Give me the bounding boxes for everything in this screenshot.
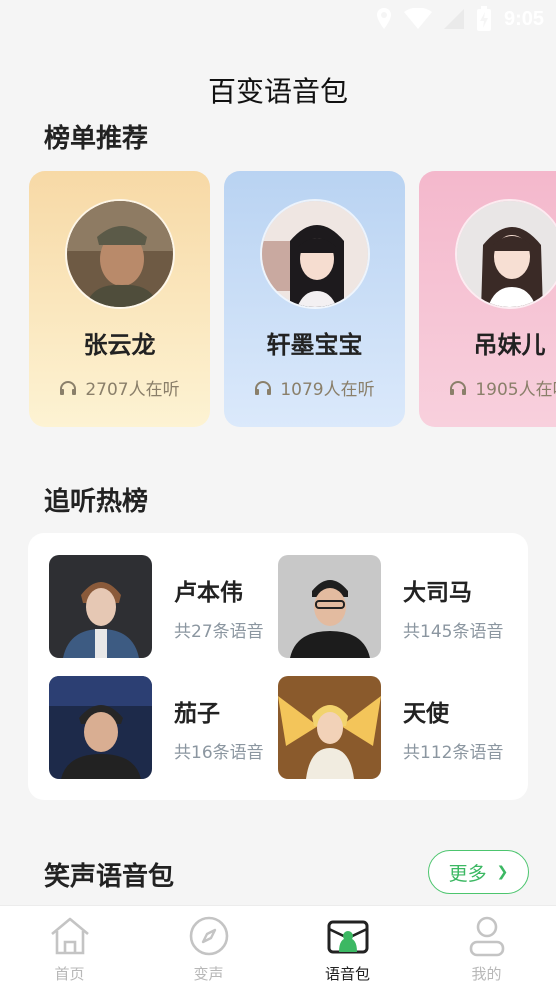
compass-icon xyxy=(189,916,228,956)
hot-item-count: 共112条语音 xyxy=(403,743,504,763)
hot-item-count: 共145条语音 xyxy=(403,622,504,642)
nav-item-profile[interactable]: 我的 xyxy=(417,906,556,990)
headphones-icon xyxy=(450,380,467,395)
status-bar: 9:05 xyxy=(0,0,556,40)
headphones-icon xyxy=(255,380,272,395)
ranking-card[interactable]: 吊妹儿 1905人在听 xyxy=(419,171,556,427)
avatar xyxy=(260,199,370,309)
more-button[interactable]: 更多 ❯ xyxy=(428,850,529,894)
voice-pack-icon xyxy=(327,920,368,954)
ranking-section-title: 榜单推荐 xyxy=(44,124,149,154)
hot-item-name: 天使 xyxy=(403,701,449,727)
hot-item-count: 共27条语音 xyxy=(174,622,264,642)
listener-count: 1079人在听 xyxy=(280,380,375,400)
hot-item-name: 大司马 xyxy=(403,580,472,606)
avatar xyxy=(455,199,556,309)
ranking-card-name: 轩墨宝宝 xyxy=(266,331,363,359)
chevron-right-icon: ❯ xyxy=(496,864,509,880)
nav-label: 变声 xyxy=(193,965,224,983)
signal-icon xyxy=(443,9,464,29)
nav-item-voice-change[interactable]: 变声 xyxy=(139,906,278,990)
home-icon xyxy=(50,917,89,955)
headphones-icon xyxy=(60,380,77,395)
ranking-card[interactable]: 张云龙 2707人在听 xyxy=(29,171,210,427)
nav-label: 首页 xyxy=(54,965,85,983)
location-icon xyxy=(376,8,391,29)
more-button-label: 更多 xyxy=(448,862,487,885)
ranking-card-listeners: 1079人在听 xyxy=(224,375,405,400)
hot-item-name: 卢本伟 xyxy=(174,580,243,606)
nav-item-home[interactable]: 首页 xyxy=(0,906,139,990)
ranking-card-listeners: 2707人在听 xyxy=(29,375,210,400)
wifi-icon xyxy=(403,8,432,29)
nav-label: 语音包 xyxy=(324,965,370,983)
bottom-nav: 首页 变声 语音包 我的 xyxy=(0,905,556,990)
hot-list-item[interactable]: 天使 共112条语音 xyxy=(278,676,508,780)
avatar xyxy=(65,199,175,309)
laugh-section-title: 笑声语音包 xyxy=(44,862,175,892)
ranking-card-name: 张云龙 xyxy=(83,331,156,359)
ranking-card[interactable]: 轩墨宝宝 1079人在听 xyxy=(224,171,405,427)
hot-list-item[interactable]: 大司马 共145条语音 xyxy=(278,555,508,659)
hot-item-thumbnail xyxy=(278,676,381,779)
nav-item-voice-pack[interactable]: 语音包 xyxy=(278,906,417,990)
ranking-card-listeners: 1905人在听 xyxy=(419,375,556,400)
page-title: 百变语音包 xyxy=(207,75,348,108)
hot-section-title: 追听热榜 xyxy=(44,487,149,517)
hot-item-thumbnail xyxy=(278,555,381,658)
hot-list-item[interactable]: 茄子 共16条语音 xyxy=(49,676,279,780)
nav-label: 我的 xyxy=(471,965,502,983)
hot-list-panel: 卢本伟 共27条语音 大司马 共145条语音 茄子 共16条语音 天使 共112… xyxy=(28,533,528,800)
battery-charging-icon xyxy=(476,6,491,31)
ranking-carousel[interactable]: 张云龙 2707人在听 轩墨宝宝 1079人在听 吊妹儿 1905人在 xyxy=(29,171,556,429)
hot-list-item[interactable]: 卢本伟 共27条语音 xyxy=(49,555,279,659)
status-icons: 9:05 xyxy=(376,6,544,32)
listener-count: 1905人在听 xyxy=(475,380,556,400)
hot-item-thumbnail xyxy=(49,555,152,658)
ranking-card-name: 吊妹儿 xyxy=(473,331,546,359)
profile-icon xyxy=(469,916,504,957)
status-time: 9:05 xyxy=(503,7,544,30)
hot-item-count: 共16条语音 xyxy=(174,743,264,763)
hot-item-name: 茄子 xyxy=(174,701,220,727)
listener-count: 2707人在听 xyxy=(85,380,180,400)
hot-item-thumbnail xyxy=(49,676,152,779)
